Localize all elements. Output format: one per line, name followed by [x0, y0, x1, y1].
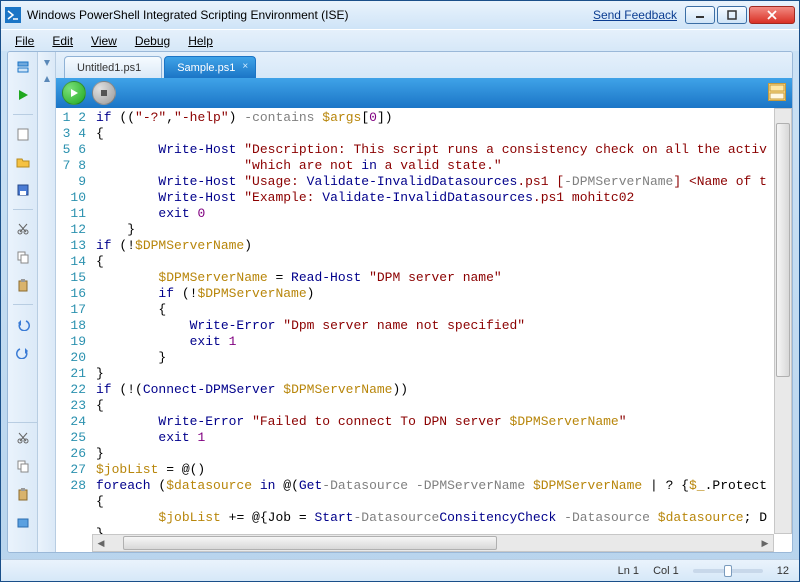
- menu-debug[interactable]: Debug: [127, 32, 178, 50]
- zoom-slider[interactable]: [693, 569, 763, 573]
- undo-icon[interactable]: [12, 313, 34, 335]
- open-file-icon[interactable]: [12, 151, 34, 173]
- pane-handle[interactable]: [38, 52, 56, 552]
- scroll-left-icon[interactable]: ◀: [93, 535, 109, 551]
- left-column: [8, 52, 38, 552]
- copy-icon[interactable]: [12, 455, 34, 477]
- toggle-script-pane-icon[interactable]: [12, 56, 34, 78]
- scrollbar-thumb[interactable]: [123, 536, 497, 550]
- left-toolbar-bottom: [8, 422, 38, 552]
- scroll-right-icon[interactable]: ▶: [757, 535, 773, 551]
- body: Untitled1.ps1 Sample.ps1 ×: [7, 51, 793, 553]
- window-buttons: [685, 6, 795, 24]
- run-button[interactable]: [62, 81, 86, 105]
- editor-toolbar: [56, 78, 792, 108]
- send-feedback-link[interactable]: Send Feedback: [593, 8, 677, 22]
- separator: [13, 304, 33, 305]
- code-content[interactable]: if (("-?","-help") -contains $args[0]) {…: [92, 108, 792, 552]
- menu-view[interactable]: View: [83, 32, 125, 50]
- minimize-button[interactable]: [685, 6, 715, 24]
- menu-file[interactable]: File: [7, 32, 42, 50]
- maximize-button[interactable]: [717, 6, 747, 24]
- new-file-icon[interactable]: [12, 123, 34, 145]
- status-bar: Ln 1 Col 1 12: [1, 559, 799, 581]
- separator: [13, 209, 33, 210]
- editor-wrap: 1 2 3 4 5 6 7 8 9 10 11 12 13 14 15 16 1…: [56, 108, 792, 552]
- code-editor[interactable]: 1 2 3 4 5 6 7 8 9 10 11 12 13 14 15 16 1…: [56, 108, 792, 552]
- paste-icon[interactable]: [12, 483, 34, 505]
- tab-close-icon[interactable]: ×: [239, 60, 251, 72]
- main-pane: Untitled1.ps1 Sample.ps1 ×: [56, 52, 792, 552]
- zoom-track[interactable]: [693, 569, 763, 573]
- save-file-icon[interactable]: [12, 179, 34, 201]
- cut-icon[interactable]: [12, 427, 34, 449]
- copy-icon[interactable]: [12, 246, 34, 268]
- tab-untitled1[interactable]: Untitled1.ps1: [64, 56, 162, 78]
- separator: [13, 114, 33, 115]
- status-line: Ln 1: [618, 565, 639, 577]
- menu-help[interactable]: Help: [180, 32, 221, 50]
- cut-icon[interactable]: [12, 218, 34, 240]
- app-window: Windows PowerShell Integrated Scripting …: [0, 0, 800, 582]
- vertical-scrollbar[interactable]: [774, 108, 792, 534]
- tab-row: Untitled1.ps1 Sample.ps1 ×: [56, 52, 792, 78]
- scrollbar-thumb[interactable]: [776, 123, 790, 377]
- app-icon: [5, 7, 21, 23]
- zoom-percent: 12: [777, 565, 789, 577]
- window-title: Windows PowerShell Integrated Scripting …: [27, 8, 593, 22]
- clear-icon[interactable]: [12, 511, 34, 533]
- pane-layout-icon[interactable]: [768, 83, 786, 101]
- titlebar: Windows PowerShell Integrated Scripting …: [1, 1, 799, 29]
- menubar: File Edit View Debug Help: [1, 29, 799, 51]
- horizontal-scrollbar[interactable]: ◀ ▶: [92, 534, 774, 552]
- paste-icon[interactable]: [12, 274, 34, 296]
- left-toolbar-top: [8, 52, 38, 422]
- tab-sample[interactable]: Sample.ps1 ×: [164, 56, 256, 78]
- close-button[interactable]: [749, 6, 795, 24]
- tab-label: Untitled1.ps1: [77, 62, 141, 74]
- run-script-icon[interactable]: [12, 84, 34, 106]
- redo-icon[interactable]: [12, 341, 34, 363]
- status-col: Col 1: [653, 565, 679, 577]
- line-number-gutter: 1 2 3 4 5 6 7 8 9 10 11 12 13 14 15 16 1…: [56, 108, 92, 552]
- stop-button[interactable]: [92, 81, 116, 105]
- tab-label: Sample.ps1: [177, 62, 235, 74]
- menu-edit[interactable]: Edit: [44, 32, 81, 50]
